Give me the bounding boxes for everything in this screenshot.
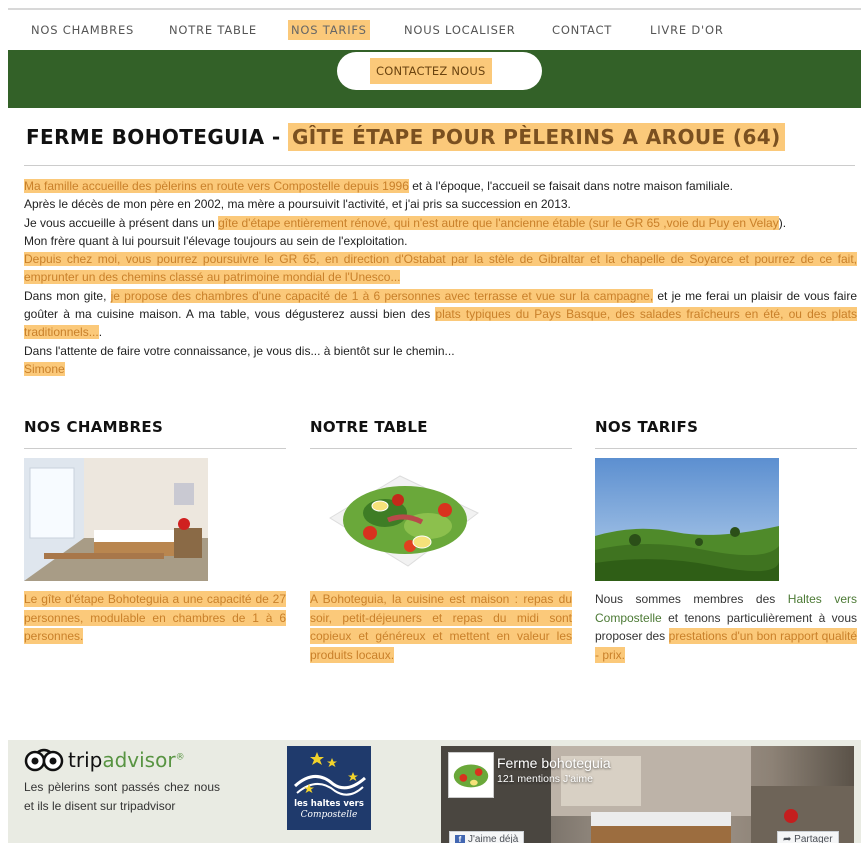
nav-item-table[interactable]: NOTRE TABLE [166,20,260,40]
share-arrow-icon: ➦ [783,834,795,843]
facebook-share-button[interactable]: ➦ Partager [777,831,839,843]
facebook-like-button[interactable]: f J'aime déjà [449,831,525,843]
column-desc-tarifs-a: Nous sommes membres des [595,592,788,606]
tripadvisor-text: Les pèlerins sont passés chez nous et il… [24,780,220,813]
nav-item-livre-dor[interactable]: LIVRE D'OR [647,20,727,40]
intro-p6a: Dans mon gite, [24,288,111,303]
nav-item-chambres[interactable]: NOS CHAMBRES [28,20,137,40]
landscape-photo[interactable] [595,458,779,581]
nav-item-contact[interactable]: CONTACT [549,20,615,40]
intro-p6c: . [98,325,103,340]
haltes-logo[interactable]: les haltes vers Compostelle [287,746,371,830]
intro-p1: et à l'époque, l'accueil se faisait dans… [408,179,733,193]
facebook-widget[interactable]: Ferme bohoteguia 121 mentions J'aime f J'… [441,746,854,843]
column-chambres: NOS CHAMBRES Le gîte d'étape Bohoteguia … [24,418,286,646]
tripadvisor-logo[interactable]: tripadvisor® [24,748,185,772]
title-divider [24,165,855,166]
intro-p3b: ). [778,215,787,230]
owl-icon [24,748,64,772]
column-divider [24,448,286,449]
column-desc-chambres: Le gîte d'étape Bohoteguia a une capacit… [24,590,286,646]
title-highlight: GÎTE ÉTAPE POUR PÈLERINS A AROUE (64) [287,123,785,151]
intro-p4: Mon frère quant à lui poursuit l'élevage… [24,233,408,248]
column-desc-tarifs: Nous sommes membres des Haltes vers Comp… [595,590,857,664]
top-divider [8,8,861,10]
title-main: FERME BOHOTEGUIA - [26,125,288,149]
column-table: NOTRE TABLE A Bohoteguia, la cuisine est… [310,418,572,664]
tripadvisor-wordmark-a: trip [68,748,103,772]
intro-p6-highlight-1: je propose des chambres d'une capacité d… [110,288,654,303]
intro-p1-highlight: Ma famille accueille des pèlerins en rou… [24,179,409,193]
haltes-line1: les haltes vers [294,799,364,809]
registered-mark: ® [175,752,185,763]
column-title-tarifs[interactable]: NOS TARIFS [595,418,857,436]
tripadvisor-wordmark: tripadvisor® [68,748,185,772]
column-divider [595,448,857,449]
facebook-page-name[interactable]: Ferme bohoteguia [497,755,611,771]
salad-photo[interactable] [310,458,494,581]
column-divider [310,448,572,449]
intro-p2: Après le décès de mon père en 2002, ma m… [24,197,571,212]
column-title-table[interactable]: NOTRE TABLE [310,418,572,436]
signature: Simone [24,361,65,376]
intro-p3a: Je vous accueille à présent dans un [24,215,219,230]
tripadvisor-wordmark-b: advisor [102,748,176,772]
facebook-likes: 121 mentions J'aime [497,773,593,785]
intro-p5-highlight: Depuis chez moi, vous pourrez poursuivre… [24,252,857,285]
facebook-share-label: Partager [794,834,833,843]
nav-item-localiser[interactable]: NOUS LOCALISER [401,20,519,40]
column-desc-table: A Bohoteguia, la cuisine est maison : re… [310,590,572,664]
intro-text: Ma famille accueille des pèlerins en rou… [24,177,857,378]
facebook-profile-photo [448,752,494,798]
intro-p3-highlight-1: gîte d'étape entièrement rénové, qui n'e… [218,215,593,230]
column-desc-chambres-text: Le gîte d'étape Bohoteguia a une capacit… [24,591,286,644]
intro-p7: Dans l'attente de faire votre connaissan… [24,343,455,358]
main-nav: NOS CHAMBRES NOTRE TABLE NOS TARIFS NOUS… [8,14,861,50]
facebook-f-icon: f [455,835,465,843]
bedroom-photo[interactable] [24,458,208,581]
haltes-line2: Compostelle [300,810,358,820]
column-title-chambres[interactable]: NOS CHAMBRES [24,418,286,436]
column-tarifs: NOS TARIFS Nous sommes membres des Halte… [595,418,857,664]
contact-button[interactable]: CONTACTEZ NOUS [370,58,492,84]
intro-p3-highlight-2: sur le GR 65 ,voie du Puy en Velay [592,215,779,230]
column-desc-table-text: A Bohoteguia, la cuisine est maison : re… [310,591,572,663]
page-title: FERME BOHOTEGUIA - GÎTE ÉTAPE POUR PÈLER… [26,123,785,151]
facebook-like-label: J'aime déjà [468,834,519,843]
nav-item-tarifs[interactable]: NOS TARIFS [288,20,370,40]
